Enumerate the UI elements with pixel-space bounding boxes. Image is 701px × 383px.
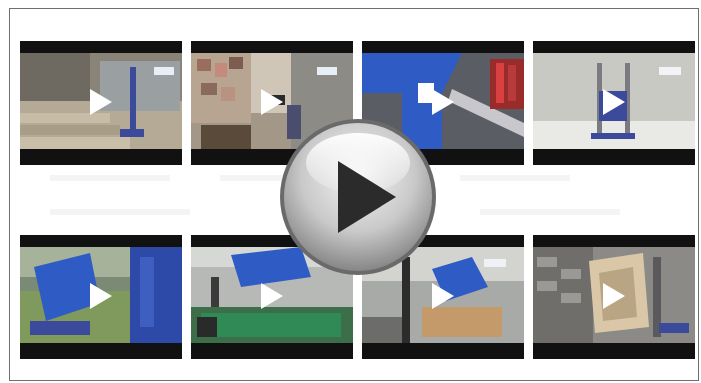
- play-triangle-icon: [260, 88, 284, 116]
- play-triangle-icon: [602, 88, 626, 116]
- play-triangle-icon: [602, 282, 626, 310]
- faint-caption-line: [50, 209, 190, 215]
- video-thumbnail[interactable]: [533, 235, 695, 359]
- large-play-button-icon[interactable]: [278, 117, 438, 277]
- play-triangle-icon: [431, 282, 455, 310]
- play-triangle-icon: [431, 88, 455, 116]
- play-triangle-icon: [260, 282, 284, 310]
- faint-caption-line: [460, 175, 570, 181]
- play-triangle-icon: [89, 282, 113, 310]
- video-thumbnail[interactable]: [20, 235, 182, 359]
- faint-caption-line: [480, 209, 620, 215]
- play-triangle-icon: [89, 88, 113, 116]
- video-thumbnail[interactable]: [20, 41, 182, 165]
- faint-caption-line: [50, 175, 170, 181]
- video-thumbnail[interactable]: [533, 41, 695, 165]
